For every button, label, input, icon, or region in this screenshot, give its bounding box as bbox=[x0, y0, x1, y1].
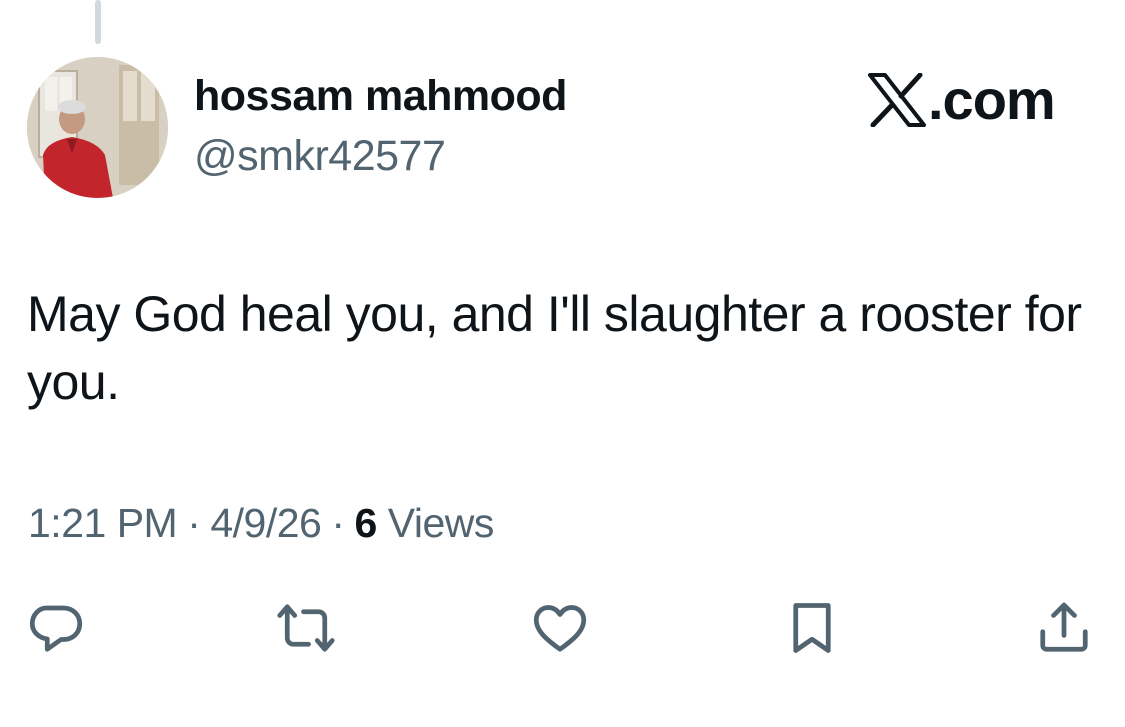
speech-bubble-icon bbox=[29, 605, 83, 652]
avatar[interactable] bbox=[27, 57, 168, 198]
author-display-name[interactable]: hossam mahmood bbox=[194, 72, 567, 121]
brand-domain-text: .com bbox=[928, 68, 1056, 131]
repost-button[interactable] bbox=[274, 596, 338, 660]
tweet-time[interactable]: 1:21 PM bbox=[28, 500, 178, 546]
thread-connector-line bbox=[95, 0, 101, 44]
tweet-text: May God heal you, and I'll slaughter a r… bbox=[27, 286, 1082, 410]
heart-icon bbox=[533, 605, 587, 652]
author-handle[interactable]: @smkr42577 bbox=[194, 132, 446, 181]
bookmark-icon bbox=[793, 603, 831, 653]
like-button[interactable] bbox=[528, 596, 592, 660]
views-count: 6 bbox=[354, 500, 378, 546]
tweet-action-bar bbox=[0, 596, 1125, 666]
repost-arrows-icon bbox=[277, 604, 335, 652]
bookmark-button[interactable] bbox=[780, 596, 844, 660]
tweet-date[interactable]: 4/9/26 bbox=[210, 500, 322, 546]
views-label: Views bbox=[387, 500, 495, 546]
x-logo-icon bbox=[868, 73, 926, 127]
x-brand: .com bbox=[868, 68, 1056, 131]
avatar-photo bbox=[27, 57, 168, 198]
tweet-meta: 1:21 PM · 4/9/26 · 6 Views bbox=[28, 500, 494, 547]
reply-button[interactable] bbox=[24, 596, 88, 660]
share-upload-icon bbox=[1040, 602, 1088, 652]
meta-separator: · bbox=[187, 500, 201, 546]
meta-separator: · bbox=[331, 500, 345, 546]
share-button[interactable] bbox=[1032, 596, 1096, 660]
